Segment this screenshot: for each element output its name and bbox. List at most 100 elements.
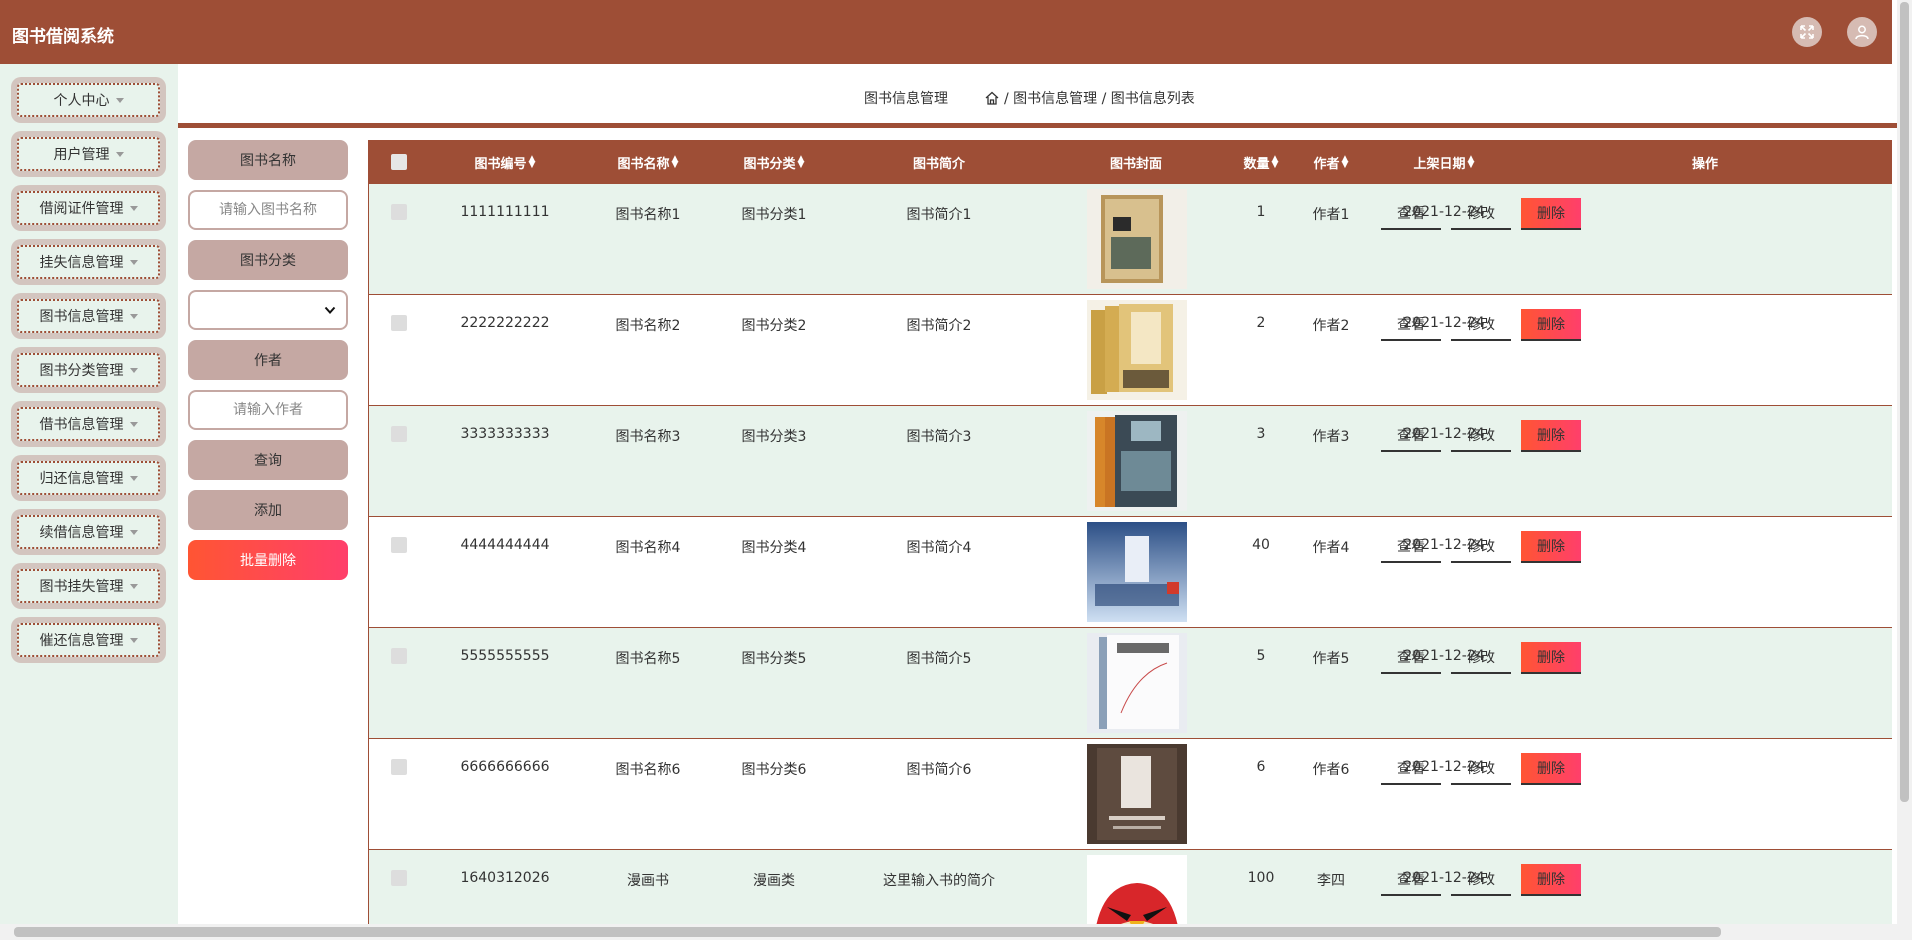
row-checkbox[interactable] [391,204,407,220]
caret-down-icon [115,151,124,157]
sidebar-item-card-management[interactable]: 借阅证件管理 [11,185,166,231]
cell-name: 漫画书 [627,873,669,889]
column-header-name[interactable]: 图书名称 ▲ ▼ [618,140,679,184]
breadcrumb-path[interactable]: / 图书信息管理 / 图书信息列表 [1004,88,1195,108]
table-row: 1111111111 图书名称1 图书分类1 图书简介1 1 作者1 2021-… [369,184,1892,295]
sidebar-item-label: 借书信息管理 [39,417,124,433]
sidebar-item-renewal-management[interactable]: 续借信息管理 [11,509,166,555]
vertical-scrollbar[interactable] [1897,0,1912,940]
row-checkbox[interactable] [391,870,407,886]
search-button[interactable]: 查询 [188,440,348,480]
column-header-date[interactable]: 上架日期 ▲ ▼ [1414,140,1475,184]
sidebar-item-book-loss-management[interactable]: 图书挂失管理 [11,563,166,609]
cell-quantity: 40 [1252,537,1270,553]
horizontal-scrollbar[interactable] [0,924,1912,940]
scrollbar-thumb[interactable] [14,927,1721,937]
column-header-id[interactable]: 图书编号 ▲ ▼ [475,140,536,184]
sidebar-item-label: 归还信息管理 [39,471,124,487]
sidebar-item-personal-center[interactable]: 个人中心 [11,77,166,123]
column-header-quantity[interactable]: 数量 ▲ ▼ [1244,140,1279,184]
home-icon[interactable] [984,90,1000,106]
section-title: 图书信息管理 [864,91,948,107]
fullscreen-button[interactable] [1792,17,1822,47]
delete-button[interactable]: 删除 [1521,864,1581,896]
row-checkbox[interactable] [391,759,407,775]
edit-button[interactable]: 修改 [1451,531,1511,563]
cell-quantity: 100 [1247,870,1275,886]
edit-button[interactable]: 修改 [1451,198,1511,230]
row-checkbox[interactable] [391,315,407,331]
delete-button[interactable]: 删除 [1521,531,1581,563]
view-button[interactable]: 查看 [1381,198,1441,230]
delete-button[interactable]: 删除 [1521,753,1581,785]
view-button[interactable]: 查看 [1381,420,1441,452]
sidebar-item-reminder-management[interactable]: 催还信息管理 [11,617,166,663]
table-row: 5555555555 图书名称5 图书分类5 图书简介5 5 作者5 2021-… [369,628,1892,739]
cell-author: 作者1 [1312,207,1350,223]
add-button[interactable]: 添加 [188,490,348,530]
cell-author: 作者4 [1312,540,1350,556]
delete-button[interactable]: 删除 [1521,420,1581,452]
cell-id: 3333333333 [460,426,550,442]
view-button[interactable]: 查看 [1381,753,1441,785]
edit-button[interactable]: 修改 [1451,642,1511,674]
delete-button[interactable]: 删除 [1521,309,1581,341]
row-checkbox[interactable] [391,648,407,664]
cell-author: 李四 [1317,873,1345,889]
table-row: 1640312026 漫画书 漫画类 这里输入书的简介 100 李四 2021-… [369,850,1892,924]
batch-delete-button[interactable]: 批量删除 [188,540,348,580]
cell-name: 图书名称4 [615,540,681,556]
cell-id: 6666666666 [460,759,550,775]
cell-category: 漫画类 [753,873,795,889]
cell-quantity: 1 [1256,204,1266,220]
sidebar: 个人中心 用户管理 借阅证件管理 挂失信息管理 图书信息管理 图书分类管理 借书… [0,64,178,924]
book-cover-image [1087,633,1187,733]
cell-id: 1640312026 [460,870,550,886]
column-header-author[interactable]: 作者 ▲ ▼ [1314,140,1349,184]
user-avatar-button[interactable] [1847,17,1877,47]
delete-button[interactable]: 删除 [1521,198,1581,230]
view-button[interactable]: 查看 [1381,531,1441,563]
header-divider [178,123,1902,128]
edit-button[interactable]: 修改 [1451,309,1511,341]
cell-name: 图书名称1 [615,207,681,223]
cell-intro: 图书简介2 [906,318,972,334]
column-header-intro: 图书简介 [912,156,966,172]
edit-button[interactable]: 修改 [1451,864,1511,896]
sidebar-item-book-category-management[interactable]: 图书分类管理 [11,347,166,393]
cell-author: 作者2 [1312,318,1350,334]
sidebar-item-book-info-management[interactable]: 图书信息管理 [11,293,166,339]
sidebar-item-borrow-management[interactable]: 借书信息管理 [11,401,166,447]
cell-category: 图书分类2 [741,318,807,334]
sidebar-item-label: 催还信息管理 [39,633,124,649]
select-all-checkbox[interactable] [391,140,407,184]
book-category-label: 图书分类 [188,240,348,280]
column-header-category[interactable]: 图书分类 ▲ ▼ [744,140,805,184]
row-checkbox[interactable] [391,426,407,442]
sidebar-item-user-management[interactable]: 用户管理 [11,131,166,177]
book-category-select[interactable] [188,290,348,330]
view-button[interactable]: 查看 [1381,642,1441,674]
table-row: 3333333333 图书名称3 图书分类3 图书简介3 3 作者3 2021-… [369,406,1892,517]
caret-down-icon [129,583,138,589]
book-cover-image [1087,855,1187,924]
edit-button[interactable]: 修改 [1451,753,1511,785]
caret-down-icon [129,529,138,535]
view-button[interactable]: 查看 [1381,864,1441,896]
book-cover-image [1087,522,1187,622]
author-input[interactable] [188,390,348,430]
view-button[interactable]: 查看 [1381,309,1441,341]
sidebar-item-return-management[interactable]: 归还信息管理 [11,455,166,501]
cell-quantity: 5 [1256,648,1266,664]
book-name-input[interactable] [188,190,348,230]
scrollbar-thumb[interactable] [1900,2,1909,802]
sidebar-item-loss-report-management[interactable]: 挂失信息管理 [11,239,166,285]
cell-id: 5555555555 [460,648,550,664]
sidebar-item-label: 用户管理 [53,147,110,163]
cell-intro: 这里输入书的简介 [883,873,995,889]
row-checkbox[interactable] [391,537,407,553]
cell-intro: 图书简介4 [906,540,972,556]
cell-category: 图书分类6 [741,762,807,778]
delete-button[interactable]: 删除 [1521,642,1581,674]
edit-button[interactable]: 修改 [1451,420,1511,452]
